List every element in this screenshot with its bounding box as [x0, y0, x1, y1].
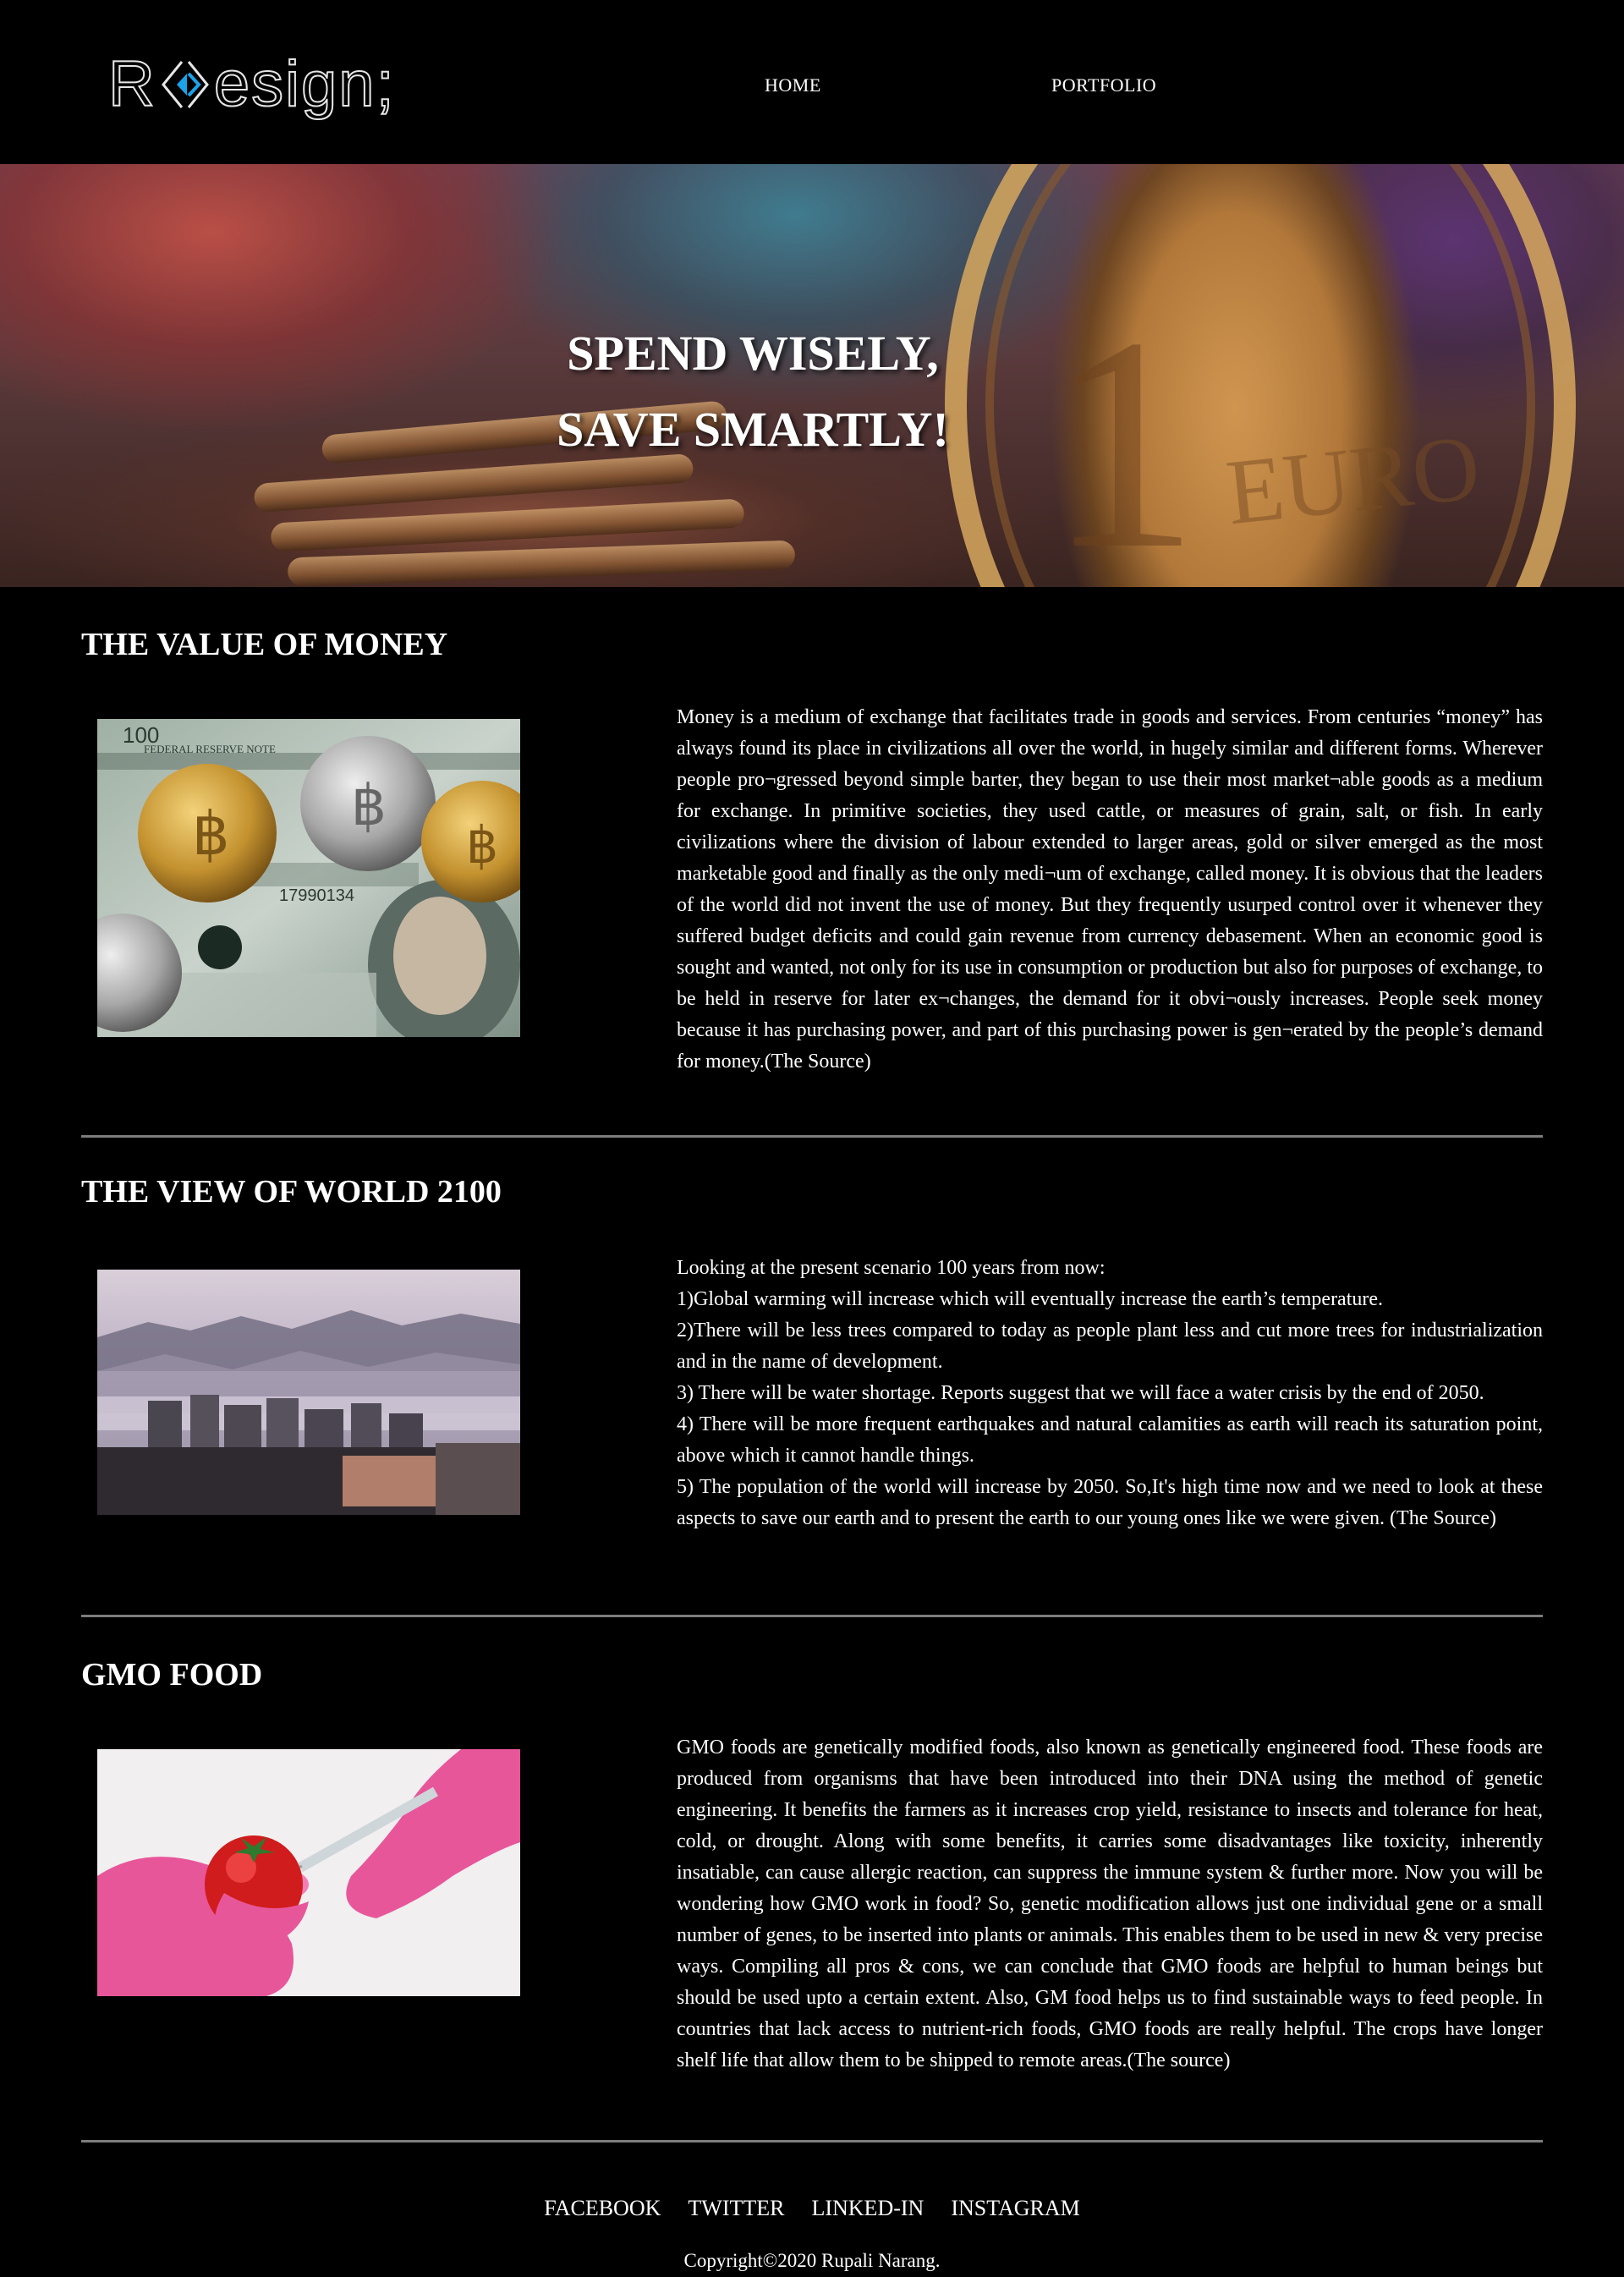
footer-linkedin-link[interactable]: LINKED-IN	[811, 2196, 924, 2220]
hero-line-1: SPEND WISELY,	[567, 326, 939, 381]
site-logo[interactable]: R esign;	[107, 48, 396, 120]
section-gmo-food: GMO FOOD GMO foods are genetically modif…	[0, 1617, 1624, 2143]
nav-portfolio-link[interactable]: PORTFOLIO	[1051, 74, 1156, 96]
hero-headline: SPEND WISELY, SAVE SMARTLY!	[0, 164, 1506, 587]
hero-banner: 1 EURO SPEND WISELY, SAVE SMARTLY!	[0, 164, 1624, 587]
svg-text:฿: ฿	[466, 817, 498, 874]
section-value-of-money: THE VALUE OF MONEY ฿ ฿ ฿ FEDERAL RESERVE…	[0, 587, 1624, 1138]
list-intro: Looking at the present scenario 100 year…	[677, 1257, 1106, 1279]
footer-twitter-link[interactable]: TWITTER	[688, 2196, 784, 2220]
list-item: 5) The population of the world will incr…	[677, 1476, 1543, 1529]
section-title: THE VALUE OF MONEY	[81, 627, 448, 662]
list-item: 4) There will be more frequent earthquak…	[677, 1413, 1543, 1467]
logo-letter-r: R	[107, 48, 156, 120]
svg-text:฿: ฿	[192, 801, 230, 867]
money-bitcoin-image: ฿ ฿ ฿ FEDERAL RESERVE NOTE 17990134 100	[97, 719, 520, 1037]
bill-label: FEDERAL RESERVE NOTE	[144, 743, 276, 755]
footer-instagram-link[interactable]: INSTAGRAM	[951, 2196, 1079, 2220]
gmo-tomato-image	[97, 1749, 520, 1996]
logo-chevron-icon	[161, 61, 209, 108]
list-item: 1)Global warming will increase which wil…	[677, 1288, 1384, 1310]
section-title: THE VIEW OF WORLD 2100	[81, 1174, 502, 1210]
section-divider	[81, 2140, 1543, 2143]
section-body: Money is a medium of exchange that facil…	[677, 706, 1543, 1073]
hero-line-2: SAVE SMARTLY!	[557, 402, 949, 457]
footer-facebook-link[interactable]: FACEBOOK	[544, 2196, 661, 2220]
bill-denomination: 100	[123, 722, 159, 748]
list-item: 3) There will be water shortage. Reports…	[677, 1382, 1484, 1404]
city-fog-image	[97, 1270, 520, 1515]
footer-copyright: Copyright©2020 Rupali Narang.	[683, 2250, 941, 2271]
section-body: GMO foods are genetically modified foods…	[677, 1737, 1543, 2071]
svg-text:฿: ฿	[351, 774, 387, 837]
section-title: GMO FOOD	[81, 1657, 263, 1693]
logo-text: esign;	[213, 48, 396, 120]
section-view-of-world: THE VIEW OF WORLD 2100 Looking at the pr…	[0, 1138, 1624, 1617]
site-header: R esign; HOME PORTFOLIO	[0, 0, 1624, 164]
bill-serial: 17990134	[279, 886, 354, 905]
section-body: Looking at the present scenario 100 year…	[677, 1253, 1543, 1534]
list-item: 2)There will be less trees compared to t…	[677, 1320, 1543, 1373]
nav-home-link[interactable]: HOME	[765, 74, 821, 96]
footer-social-links: FACEBOOK TWITTER LINKED-IN INSTAGRAM	[0, 2196, 1624, 2221]
